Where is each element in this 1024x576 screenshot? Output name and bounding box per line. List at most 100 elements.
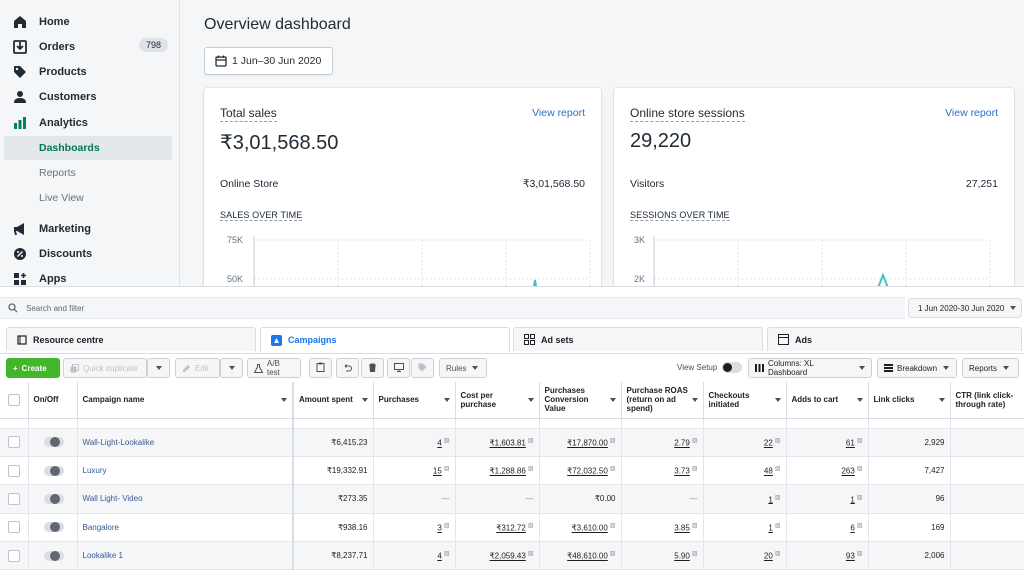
cell-cpp[interactable]: ₹312.72 ▨ (455, 513, 540, 543)
tab-ads[interactable]: Ads (767, 327, 1022, 351)
edit-dropdown[interactable] (220, 358, 243, 378)
quick-duplicate-button[interactable]: Quick duplicate (63, 358, 147, 378)
view-report-link[interactable]: View report (945, 107, 998, 119)
cell-campaign-name[interactable]: Bangalore (77, 513, 294, 543)
cell-purchases[interactable]: 4 ▨ (373, 428, 456, 457)
date-range-picker[interactable]: 1 Jun 2020-30 Jun 2020 (908, 298, 1022, 318)
cell-atc[interactable]: 263 ▨ (786, 456, 869, 486)
cell-roas[interactable]: 3.73 ▨ (621, 456, 704, 486)
sidebar-subitem-reports[interactable]: Reports (4, 161, 172, 185)
breakdown-icon (884, 364, 893, 372)
row-toggle[interactable] (28, 428, 78, 457)
search-input[interactable]: Search and filter (0, 297, 905, 319)
rules-button[interactable]: Rules (439, 358, 487, 378)
campaign-link[interactable]: Luxury (83, 466, 107, 475)
sidebar-item-orders[interactable]: Orders 798 (4, 35, 172, 59)
column-header-ctr[interactable]: CTR (link click-through rate) (950, 382, 1024, 419)
cell-roas[interactable]: 5.90 ▨ (621, 541, 704, 571)
table-row[interactable]: Lookalike 1 ₹8,237.71 4 ▨ ₹2,059.43 ▨ ₹48,610.… (0, 541, 1024, 571)
sidebar-item-home[interactable]: Home (4, 10, 172, 34)
select-all-checkbox[interactable] (0, 382, 29, 419)
column-header-adds-to-cart[interactable]: Adds to cart (786, 382, 869, 419)
table-row[interactable]: Bangalore ₹938.16 3 ▨ ₹312.72 ▨ ₹3,610.00 ▨ 3.85… (0, 513, 1024, 543)
column-header-purchases[interactable]: Purchases (373, 382, 456, 419)
quick-duplicate-dropdown[interactable] (147, 358, 170, 378)
cell-value[interactable]: ₹72,032.50 ▨ (539, 456, 622, 486)
sidebar-item-analytics[interactable]: Analytics (4, 111, 172, 135)
row-toggle[interactable] (28, 456, 78, 486)
cell-campaign-name[interactable]: Luxury (77, 456, 294, 486)
cell-value[interactable]: ₹17,870.00 ▨ (539, 428, 622, 457)
sidebar-subitem-dashboards[interactable]: Dashboards (4, 136, 172, 160)
cell-checkouts[interactable]: 22 ▨ (703, 428, 787, 457)
cell-cpp[interactable]: ₹2,059.43 ▨ (455, 541, 540, 571)
cell-checkouts[interactable]: 48 ▨ (703, 456, 787, 486)
cell-atc[interactable]: 6 ▨ (786, 513, 869, 543)
campaign-link[interactable]: Bangalore (83, 523, 119, 532)
cell-campaign-name[interactable]: Lookalike 1 (77, 541, 294, 571)
cell-purchases[interactable]: 4 ▨ (373, 541, 456, 571)
reports-button[interactable]: Reports (962, 358, 1019, 378)
sidebar-item-products[interactable]: Products (4, 60, 172, 84)
cell-cpp[interactable]: ₹1,288.86 ▨ (455, 456, 540, 486)
row-toggle[interactable] (28, 484, 78, 514)
sidebar-subitem-live-view[interactable]: Live View (4, 186, 172, 210)
cell-atc[interactable]: 93 ▨ (786, 541, 869, 571)
column-header-checkouts[interactable]: Checkouts initiated (703, 382, 787, 419)
sidebar-item-apps[interactable]: Apps (4, 267, 172, 286)
clipboard-button[interactable] (309, 358, 332, 378)
cell-atc[interactable]: 1 ▨ (786, 484, 869, 514)
column-header-campaign-name[interactable]: Campaign name (77, 382, 294, 419)
column-header-roas[interactable]: Purchase ROAS (return on ad spend) (621, 382, 704, 419)
date-range-button[interactable]: 1 Jun–30 Jun 2020 (204, 47, 333, 75)
cell-value[interactable]: ₹3,610.00 ▨ (539, 513, 622, 543)
campaign-link[interactable]: Lookalike 1 (83, 551, 123, 560)
tab-ad-sets[interactable]: Ad sets (513, 327, 763, 351)
column-header-on-off[interactable]: On/Off (28, 382, 78, 419)
undo-button[interactable] (336, 358, 359, 378)
row-checkbox[interactable] (0, 428, 29, 457)
table-row[interactable]: Wall Light- Video₹273.35——₹0.00—1▨1▨961.… (0, 484, 1024, 514)
table-row[interactable]: Luxury ₹19,332.91 15 ▨ ₹1,288.86 ▨ ₹72,032.50 ▨… (0, 456, 1024, 486)
row-checkbox[interactable] (0, 456, 29, 486)
column-header-amount-spent[interactable]: Amount spent (293, 382, 374, 419)
columns-button[interactable]: Columns: XL Dashboard (748, 358, 872, 378)
cell-checkouts[interactable]: 1 ▨ (703, 484, 787, 514)
row-checkbox[interactable] (0, 484, 29, 514)
breakdown-button[interactable]: Breakdown (877, 358, 957, 378)
sidebar-item-customers[interactable]: Customers (4, 85, 172, 109)
edit-button[interactable]: Edit (175, 358, 220, 378)
delete-button[interactable] (361, 358, 384, 378)
tab-resource-centre[interactable]: Resource centre (6, 327, 256, 351)
create-button[interactable]: + Create (6, 358, 60, 378)
sidebar-item-marketing[interactable]: Marketing (4, 217, 172, 241)
row-toggle[interactable] (28, 541, 78, 571)
campaign-link[interactable]: Wall Light- Video (83, 494, 143, 503)
row-checkbox[interactable] (0, 513, 29, 543)
campaign-link[interactable]: Wall-Light-Lookalike (83, 438, 155, 447)
tag-button[interactable] (411, 358, 434, 378)
sidebar-item-discounts[interactable]: Discounts (4, 242, 172, 266)
cell-campaign-name[interactable]: Wall Light- Video (77, 484, 294, 514)
view-setup-toggle[interactable] (722, 362, 742, 373)
column-header-cost-per-purchase[interactable]: Cost per purchase (455, 382, 540, 419)
cell-value[interactable]: ₹48,610.00 ▨ (539, 541, 622, 571)
tab-campaigns[interactable]: Campaigns (260, 327, 510, 352)
row-checkbox[interactable] (0, 541, 29, 571)
cell-cpp[interactable]: ₹1,603.81 ▨ (455, 428, 540, 457)
table-row[interactable]: Wall-Light-Lookalike ₹6,415.23 4 ▨ ₹1,603.81… (0, 428, 1024, 457)
cell-checkouts[interactable]: 1 ▨ (703, 513, 787, 543)
column-header-conversion-value[interactable]: Purchases Conversion Value (539, 382, 622, 419)
column-header-link-clicks[interactable]: Link clicks (868, 382, 951, 419)
cell-checkouts[interactable]: 20 ▨ (703, 541, 787, 571)
preview-button[interactable] (387, 358, 410, 378)
row-toggle[interactable] (28, 513, 78, 543)
cell-purchases[interactable]: 3 ▨ (373, 513, 456, 543)
view-report-link[interactable]: View report (532, 107, 585, 119)
cell-atc[interactable]: 61 ▨ (786, 428, 869, 457)
ab-test-button[interactable]: A/B test (247, 358, 301, 378)
cell-roas[interactable]: 2.79 ▨ (621, 428, 704, 457)
cell-roas[interactable]: 3.85 ▨ (621, 513, 704, 543)
cell-campaign-name[interactable]: Wall-Light-Lookalike (77, 428, 294, 457)
cell-purchases[interactable]: 15 ▨ (373, 456, 456, 486)
